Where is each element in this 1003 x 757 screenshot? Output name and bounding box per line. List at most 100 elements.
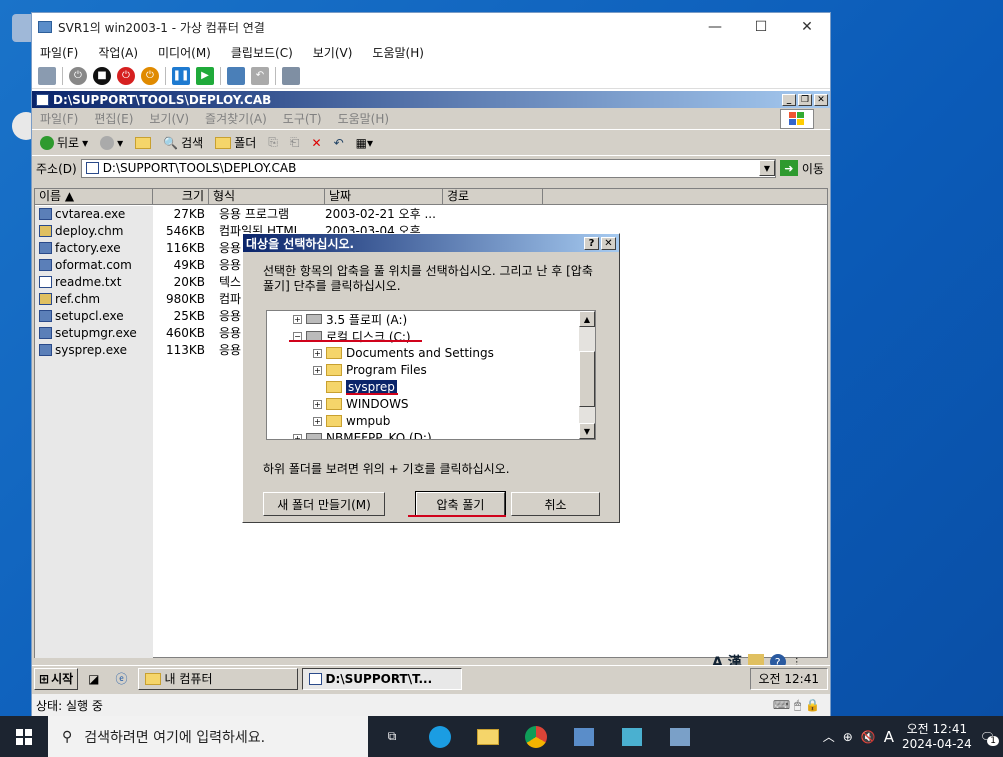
turnoff-icon[interactable]: ■ bbox=[93, 66, 111, 85]
back-button[interactable]: 뒤로 ▾ bbox=[36, 134, 92, 151]
move-to-button[interactable]: ⎘ bbox=[264, 135, 282, 150]
tree-scrollbar[interactable]: ▲ ▼ bbox=[579, 311, 595, 439]
explorer-title-bar[interactable]: D:\SUPPORT\TOOLS\DEPLOY.CAB _ ❐ ✕ bbox=[32, 91, 830, 108]
menu-help[interactable]: 도움말(H) bbox=[338, 110, 390, 127]
tree-item-program-files[interactable]: + Program Files bbox=[313, 362, 427, 378]
close-button[interactable]: ✕ bbox=[601, 236, 616, 250]
help-button[interactable]: ? bbox=[584, 236, 599, 250]
minimize-button[interactable]: — bbox=[692, 13, 738, 41]
notification-icon[interactable]: 🗨 1 bbox=[980, 730, 999, 746]
checkpoint-icon[interactable] bbox=[227, 66, 245, 85]
start-button[interactable]: ⊞ 시작 bbox=[34, 667, 79, 690]
scroll-down-button[interactable]: ▼ bbox=[579, 423, 595, 439]
column-path[interactable]: 경로 bbox=[443, 189, 543, 204]
pause-icon[interactable]: ❚❚ bbox=[172, 66, 190, 85]
windows-flag-icon: ⊞ bbox=[39, 671, 50, 686]
volume-muted-icon[interactable]: 🔇 bbox=[861, 730, 876, 744]
annotation-underline bbox=[346, 393, 398, 395]
menu-file[interactable]: 파일(F) bbox=[40, 110, 78, 127]
tree-item-wmpub[interactable]: + wmpub bbox=[313, 413, 390, 429]
menu-help[interactable]: 도움말(H) bbox=[372, 44, 424, 61]
column-date[interactable]: 날짜 bbox=[325, 189, 443, 204]
tree-item-dvd[interactable]: + NBMEFPP_KO (D:) bbox=[293, 430, 432, 439]
menu-tools[interactable]: 도구(T) bbox=[283, 110, 322, 127]
explorer-title: D:\SUPPORT\TOOLS\DEPLOY.CAB bbox=[53, 92, 272, 107]
menu-favorites[interactable]: 즐겨찾기(A) bbox=[205, 110, 267, 127]
server-manager-icon[interactable] bbox=[560, 716, 608, 757]
system-tray: ︿ ⊕ 🔇 A 오전 12:41 2024-04-24 🗨 1 bbox=[823, 722, 1003, 752]
start-button[interactable] bbox=[0, 716, 48, 757]
hyperv-manager-icon[interactable] bbox=[608, 716, 656, 757]
extract-button[interactable]: 압축 풀기 bbox=[415, 491, 506, 517]
up-folder-icon bbox=[135, 136, 152, 149]
scroll-up-button[interactable]: ▲ bbox=[579, 311, 595, 327]
revert-icon[interactable]: ↶ bbox=[251, 66, 269, 85]
floppy-drive-icon bbox=[306, 314, 322, 324]
menu-clipboard[interactable]: 클립보드(C) bbox=[231, 44, 293, 61]
menu-file[interactable]: 파일(F) bbox=[40, 44, 78, 61]
menu-view[interactable]: 보기(V) bbox=[149, 110, 189, 127]
quick-launch-ie-icon[interactable]: ⓔ bbox=[110, 668, 134, 690]
save-icon[interactable]: ⏻ bbox=[141, 66, 159, 85]
search-button[interactable]: 🔍 검색 bbox=[159, 134, 207, 151]
chrome-icon[interactable] bbox=[512, 716, 560, 757]
menu-edit[interactable]: 편집(E) bbox=[94, 110, 133, 127]
quick-launch-desktop-icon[interactable]: ◪ bbox=[82, 668, 105, 690]
tree-item-windows[interactable]: + WINDOWS bbox=[313, 396, 409, 412]
ime-indicator[interactable]: A bbox=[884, 728, 894, 746]
tree-item-floppy[interactable]: +3.5 플로피 (A:) bbox=[293, 311, 407, 327]
edge-icon[interactable] bbox=[416, 716, 464, 757]
host-menu-bar: 파일(F) 작업(A) 미디어(M) 클립보드(C) 보기(V) 도움말(H) bbox=[32, 41, 830, 63]
shutdown-icon[interactable]: ⏻ bbox=[117, 66, 135, 85]
column-type[interactable]: 형식 bbox=[209, 189, 325, 204]
menu-action[interactable]: 작업(A) bbox=[98, 44, 138, 61]
network-icon[interactable]: ⊕ bbox=[843, 730, 853, 744]
host-title-bar[interactable]: SVR1의 win2003-1 - 가상 컴퓨터 연결 — ☐ ✕ bbox=[32, 13, 830, 41]
forward-button[interactable]: ▾ bbox=[96, 135, 127, 150]
cancel-button[interactable]: 취소 bbox=[511, 492, 600, 516]
clock[interactable]: 오전 12:41 2024-04-24 bbox=[902, 722, 972, 752]
address-dropdown-button[interactable]: ▼ bbox=[758, 160, 775, 176]
go-button[interactable]: ➜ 이동 bbox=[779, 160, 830, 177]
resume-icon[interactable]: ▶ bbox=[196, 66, 214, 85]
address-label: 주소(D) bbox=[36, 161, 77, 176]
close-button[interactable]: ✕ bbox=[814, 93, 828, 106]
up-folder-button[interactable] bbox=[131, 136, 155, 149]
explorer-menu-bar: 파일(F) 편집(E) 보기(V) 즐겨찾기(A) 도구(T) 도움말(H) bbox=[32, 108, 830, 130]
exe-file-icon bbox=[39, 309, 52, 322]
delete-icon[interactable]: ✕ bbox=[308, 136, 326, 150]
folder-tree[interactable]: +3.5 플로피 (A:) − 로컬 디스크 (C:) + Documents an… bbox=[266, 310, 596, 440]
column-name[interactable]: 이름 ▲ bbox=[35, 189, 153, 204]
ctrl-alt-del-icon[interactable] bbox=[38, 66, 56, 85]
address-input[interactable]: D:\SUPPORT\TOOLS\DEPLOY.CAB ▼ bbox=[80, 158, 776, 178]
tree-item-documents[interactable]: + Documents and Settings bbox=[313, 345, 494, 361]
list-item[interactable]: cvtarea.exe 27KB 응용 프로그램 2003-02-21 오후 ... bbox=[35, 205, 827, 222]
task-view-icon[interactable]: ⧉ bbox=[368, 716, 416, 757]
scroll-thumb[interactable] bbox=[579, 351, 595, 407]
maximize-button[interactable]: ☐ bbox=[738, 13, 784, 41]
taskbar-explorer[interactable]: D:\SUPPORT\T... bbox=[301, 667, 462, 690]
annotation-underline bbox=[289, 340, 422, 342]
new-folder-button[interactable]: 새 폴더 만들기(M) bbox=[263, 492, 385, 516]
file-explorer-icon[interactable] bbox=[464, 716, 512, 757]
column-size[interactable]: 크기 bbox=[153, 189, 209, 204]
go-arrow-icon: ➜ bbox=[779, 160, 798, 176]
taskbar-my-computer[interactable]: 내 컴퓨터 bbox=[137, 667, 298, 690]
start-icon[interactable]: ⏻ bbox=[69, 66, 87, 85]
copy-to-button[interactable]: ⎗ bbox=[286, 135, 304, 150]
browse-folder-dialog: 대상을 선택하십시오. ? ✕ 선택한 항목의 압축을 풀 위치를 선택하십시오… bbox=[242, 233, 620, 523]
search-box[interactable]: ⚲ 검색하려면 여기에 입력하세요. bbox=[48, 716, 368, 757]
vm-connect-icon[interactable] bbox=[656, 716, 704, 757]
chevron-up-icon[interactable]: ︿ bbox=[823, 728, 835, 745]
views-button[interactable]: ▦▾ bbox=[352, 136, 377, 150]
close-button[interactable]: ✕ bbox=[784, 13, 830, 41]
windows-logo-icon bbox=[16, 728, 32, 745]
restore-button[interactable]: ❐ bbox=[798, 93, 812, 106]
folders-button[interactable]: 폴더 bbox=[211, 134, 260, 151]
dialog-title-bar[interactable]: 대상을 선택하십시오. ? ✕ bbox=[243, 234, 619, 252]
minimize-button[interactable]: _ bbox=[782, 93, 796, 106]
enhanced-session-icon[interactable] bbox=[282, 66, 300, 85]
undo-icon[interactable]: ↶ bbox=[330, 136, 348, 150]
menu-view[interactable]: 보기(V) bbox=[313, 44, 353, 61]
menu-media[interactable]: 미디어(M) bbox=[158, 44, 211, 61]
